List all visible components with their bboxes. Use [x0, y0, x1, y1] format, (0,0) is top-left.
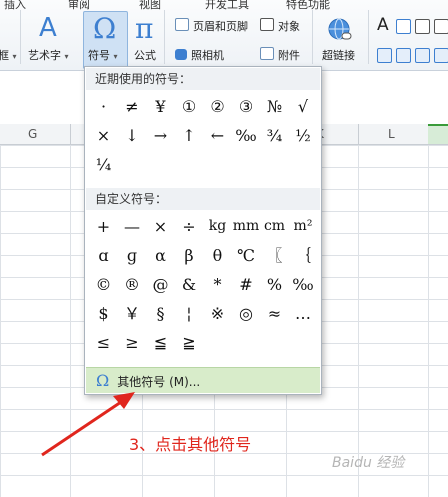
annotation-text: 3、点击其他符号 — [129, 435, 252, 454]
annotation-arrow — [41, 392, 135, 457]
watermark: Baidu 经验 — [332, 455, 405, 471]
